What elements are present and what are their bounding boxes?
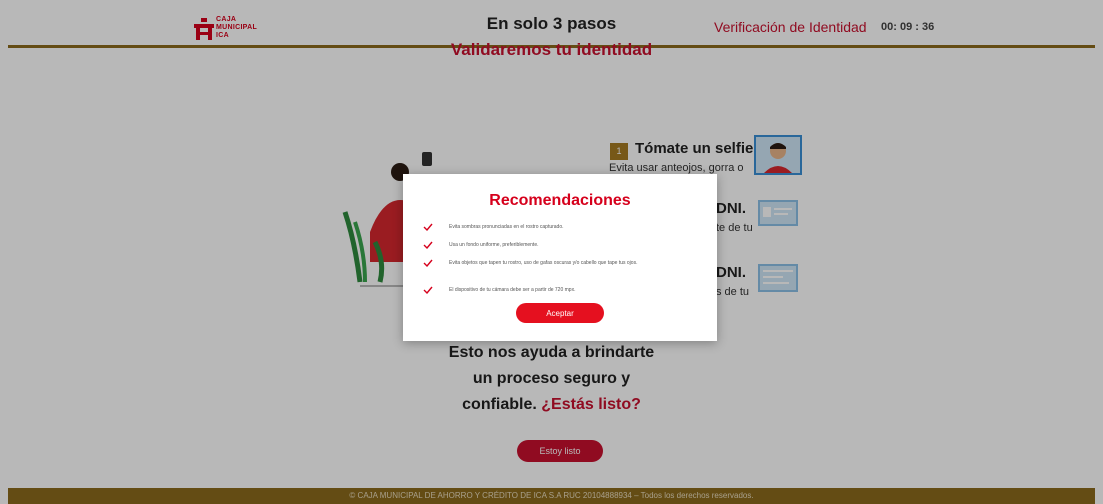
check-icon — [423, 223, 433, 231]
recommendation-text: Usa un fondo uniforme, preferiblemente. — [449, 242, 539, 248]
recommendation-text: Evita sombras pronunciadas en el rostro … — [449, 224, 564, 230]
check-icon — [423, 241, 433, 249]
recommendation-text: Evita objetos que tapen tu rostro, uso d… — [449, 260, 638, 266]
modal-title: Recomendaciones — [489, 192, 631, 209]
check-icon — [423, 259, 433, 267]
check-icon — [423, 286, 433, 294]
recommendations-modal: Recomendaciones Evita sombras pronunciad… — [403, 174, 717, 341]
accept-button[interactable]: Aceptar — [516, 303, 604, 323]
recommendation-text: El dispositivo de tu cámara debe ser a p… — [449, 287, 576, 293]
page: CAJA MUNICIPAL ICA Verificación de Ident… — [0, 0, 1103, 504]
